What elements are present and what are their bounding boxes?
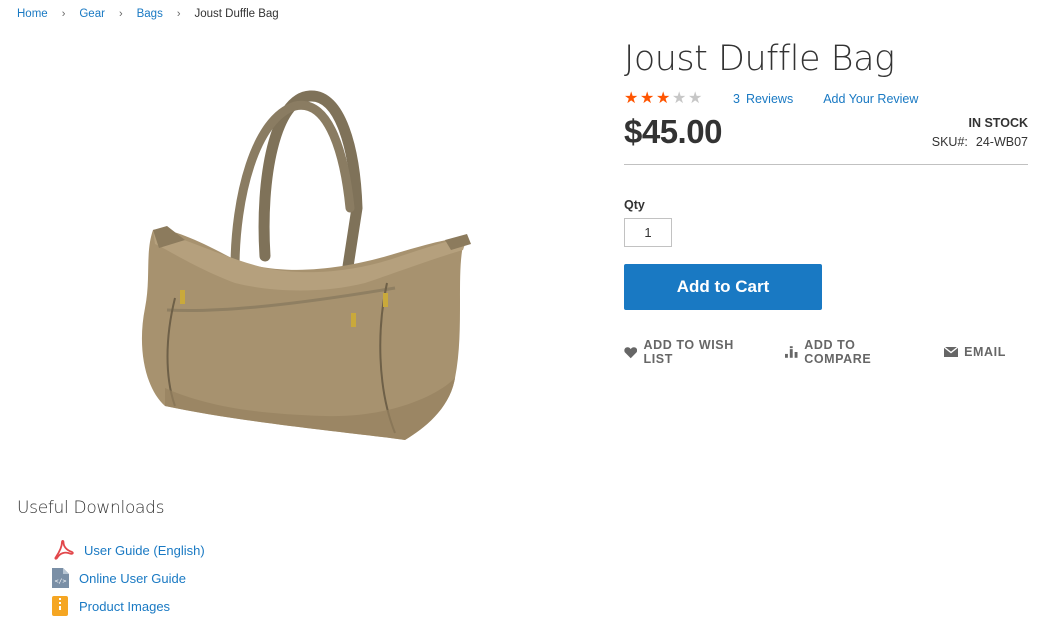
- product-price: $45.00: [624, 113, 722, 150]
- sku: SKU#: 24-WB07: [932, 135, 1028, 149]
- reviews-link[interactable]: 3 Reviews: [733, 92, 793, 106]
- breadcrumb-separator: ›: [176, 8, 181, 20]
- download-online-guide[interactable]: </> Online User Guide: [52, 564, 205, 592]
- price-box: $45.00 IN STOCK SKU#: 24-WB07: [624, 111, 1028, 165]
- svg-text:</>: </>: [55, 577, 67, 585]
- heart-icon: [624, 346, 638, 358]
- breadcrumb-separator: ›: [61, 8, 66, 20]
- product-info: Joust Duffle Bag ★ ★ ★ ★ ★ 3 Reviews Add …: [624, 36, 1028, 366]
- duffle-bag-image: [141, 90, 471, 440]
- email-link[interactable]: EMAIL: [944, 345, 1006, 359]
- breadcrumb-bags[interactable]: Bags: [137, 8, 163, 20]
- breadcrumb-current: Joust Duffle Bag: [194, 8, 279, 20]
- breadcrumb: Home › Gear › Bags › Joust Duffle Bag: [17, 8, 279, 20]
- qty-label: Qty: [624, 198, 645, 212]
- download-label: Online User Guide: [79, 570, 186, 586]
- pdf-icon: [54, 540, 74, 560]
- download-user-guide[interactable]: User Guide (English): [52, 536, 205, 564]
- downloads-title: Useful Downloads: [17, 498, 165, 518]
- breadcrumb-separator: ›: [118, 8, 123, 20]
- rating-stars: ★ ★ ★ ★ ★: [624, 91, 704, 107]
- star-filled-icon: ★: [640, 90, 655, 107]
- star-empty-icon: ★: [672, 90, 687, 107]
- downloads-list: User Guide (English) </> Online User Gui…: [52, 536, 205, 620]
- reviews-count: 3: [733, 92, 740, 106]
- product-social-links: ADD TO WISH LIST ADD TO COMPARE EMAIL: [624, 338, 1028, 366]
- reviews-label: Reviews: [745, 92, 794, 106]
- star-empty-icon: ★: [688, 90, 703, 107]
- add-to-wishlist-link[interactable]: ADD TO WISH LIST: [624, 338, 763, 366]
- download-product-images[interactable]: Product Images: [52, 592, 205, 620]
- code-file-icon: </>: [52, 568, 69, 588]
- sku-value: 24-WB07: [975, 135, 1028, 149]
- zip-file-icon: [52, 596, 68, 616]
- star-filled-icon: ★: [656, 90, 671, 107]
- compare-bars-icon: [784, 346, 798, 358]
- sku-label: SKU#:: [931, 135, 968, 149]
- download-label: Product Images: [79, 598, 171, 614]
- download-label: User Guide (English): [84, 542, 205, 558]
- product-image[interactable]: [125, 88, 485, 450]
- qty-input[interactable]: [624, 218, 672, 247]
- compare-label: ADD TO COMPARE: [804, 338, 872, 366]
- rating-summary: ★ ★ ★ ★ ★ 3 Reviews Add Your Review: [624, 91, 1028, 107]
- add-to-compare-link[interactable]: ADD TO COMPARE: [784, 338, 922, 366]
- envelope-icon: [944, 347, 959, 357]
- stock-status: IN STOCK: [968, 116, 1029, 130]
- add-review-link[interactable]: Add Your Review: [823, 92, 918, 106]
- breadcrumb-home[interactable]: Home: [17, 8, 48, 20]
- wishlist-label: ADD TO WISH LIST: [643, 338, 734, 366]
- breadcrumb-gear[interactable]: Gear: [79, 8, 105, 20]
- page-title: Joust Duffle Bag: [624, 39, 895, 79]
- star-filled-icon: ★: [624, 90, 639, 107]
- add-to-cart-button[interactable]: Add to Cart: [624, 264, 822, 310]
- email-label: EMAIL: [964, 345, 1006, 359]
